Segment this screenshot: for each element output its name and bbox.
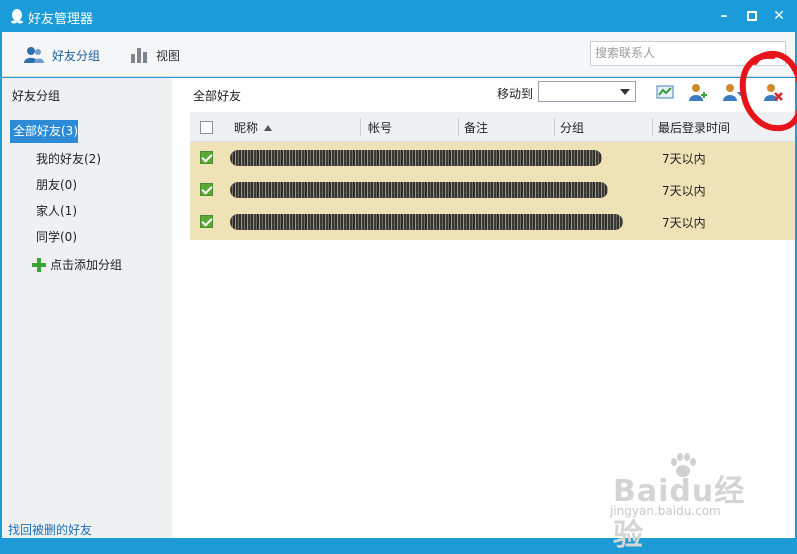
qq-penguin-icon xyxy=(11,9,23,24)
row-checkbox[interactable] xyxy=(200,183,213,196)
watermark-url: jingyan.baidu.com xyxy=(610,504,721,518)
close-button[interactable]: ✕ xyxy=(770,7,788,25)
column-group[interactable]: 分组 xyxy=(560,119,584,136)
baidu-jingyan-watermark: Baidu经验 jingyan.baidu.com xyxy=(608,452,768,553)
window-title: 好友管理器 xyxy=(28,12,94,27)
add-friend-icon[interactable] xyxy=(688,82,708,102)
column-nickname[interactable]: 昵称 xyxy=(234,119,258,136)
redacted-contact-info xyxy=(230,182,608,198)
send-message-icon[interactable] xyxy=(655,82,675,102)
table-header: 昵称 帐号 备注 分组 最后登录时间 xyxy=(190,112,795,142)
recover-deleted-friends-link[interactable]: 找回被删的好友 xyxy=(8,521,92,538)
column-divider[interactable] xyxy=(652,118,653,136)
title-bar: 好友管理器 – ✕ xyxy=(0,0,797,32)
column-divider[interactable] xyxy=(360,118,361,136)
row-checkbox[interactable] xyxy=(200,215,213,228)
column-divider[interactable] xyxy=(554,118,555,136)
sidebar-item-friends[interactable]: 朋友(0) xyxy=(36,176,77,193)
move-to-label: 移动到 xyxy=(497,87,534,101)
view-tab[interactable]: 视图 xyxy=(130,44,180,66)
column-account[interactable]: 帐号 xyxy=(368,119,392,136)
row-last-login: 7天以内 xyxy=(662,184,706,198)
column-remark[interactable]: 备注 xyxy=(464,119,488,136)
bar-chart-icon xyxy=(131,48,147,63)
select-all-checkbox[interactable] xyxy=(200,121,213,134)
view-label: 视图 xyxy=(156,48,181,63)
maximize-button[interactable] xyxy=(743,7,761,25)
sidebar-item-classmates[interactable]: 同学(0) xyxy=(36,228,77,245)
column-divider[interactable] xyxy=(458,118,459,136)
table-row[interactable]: 7天以内 xyxy=(190,174,795,206)
redacted-contact-info xyxy=(230,150,602,166)
row-checkbox[interactable] xyxy=(200,151,213,164)
sort-ascending-icon xyxy=(264,125,272,131)
sidebar-header: 好友分组 xyxy=(12,89,61,103)
plus-icon xyxy=(32,257,46,272)
sidebar-item-my-friends[interactable]: 我的好友(2) xyxy=(36,150,101,167)
row-last-login: 7天以内 xyxy=(662,216,706,230)
friend-groups-tab[interactable]: 好友分组 xyxy=(24,44,100,66)
friend-groups-label: 好友分组 xyxy=(52,48,101,63)
red-circle-annotation xyxy=(739,50,797,132)
minimize-button[interactable]: – xyxy=(715,7,733,25)
current-group-title: 全部好友 xyxy=(193,89,242,103)
group-sidebar: 好友分组 全部好友(3) 我的好友(2) 朋友(0) 家人(1) 同学(0) 点… xyxy=(2,78,172,538)
sidebar-item-all-friends[interactable]: 全部好友(3) xyxy=(10,120,78,143)
friend-manager-window: 好友管理器 – ✕ 好友分组 视图 搜索联系人 好友分组 全部好友(3) 我的好… xyxy=(0,0,797,553)
table-row[interactable]: 7天以内 xyxy=(190,142,795,174)
chevron-down-icon xyxy=(620,89,630,95)
table-row[interactable]: 7天以内 xyxy=(190,206,795,238)
users-icon xyxy=(24,47,44,63)
friend-rows: 7天以内 7天以内 7天以内 xyxy=(190,142,795,240)
column-last-login[interactable]: 最后登录时间 xyxy=(658,119,730,136)
add-group-label: 点击添加分组 xyxy=(50,258,123,272)
toolbar: 好友分组 视图 搜索联系人 xyxy=(2,32,795,77)
add-group-button[interactable]: 点击添加分组 xyxy=(32,256,122,273)
sidebar-item-family[interactable]: 家人(1) xyxy=(36,202,77,219)
move-to-select[interactable] xyxy=(538,81,636,102)
redacted-contact-info xyxy=(230,214,623,230)
search-placeholder: 搜索联系人 xyxy=(595,46,656,60)
row-last-login: 7天以内 xyxy=(662,152,706,166)
